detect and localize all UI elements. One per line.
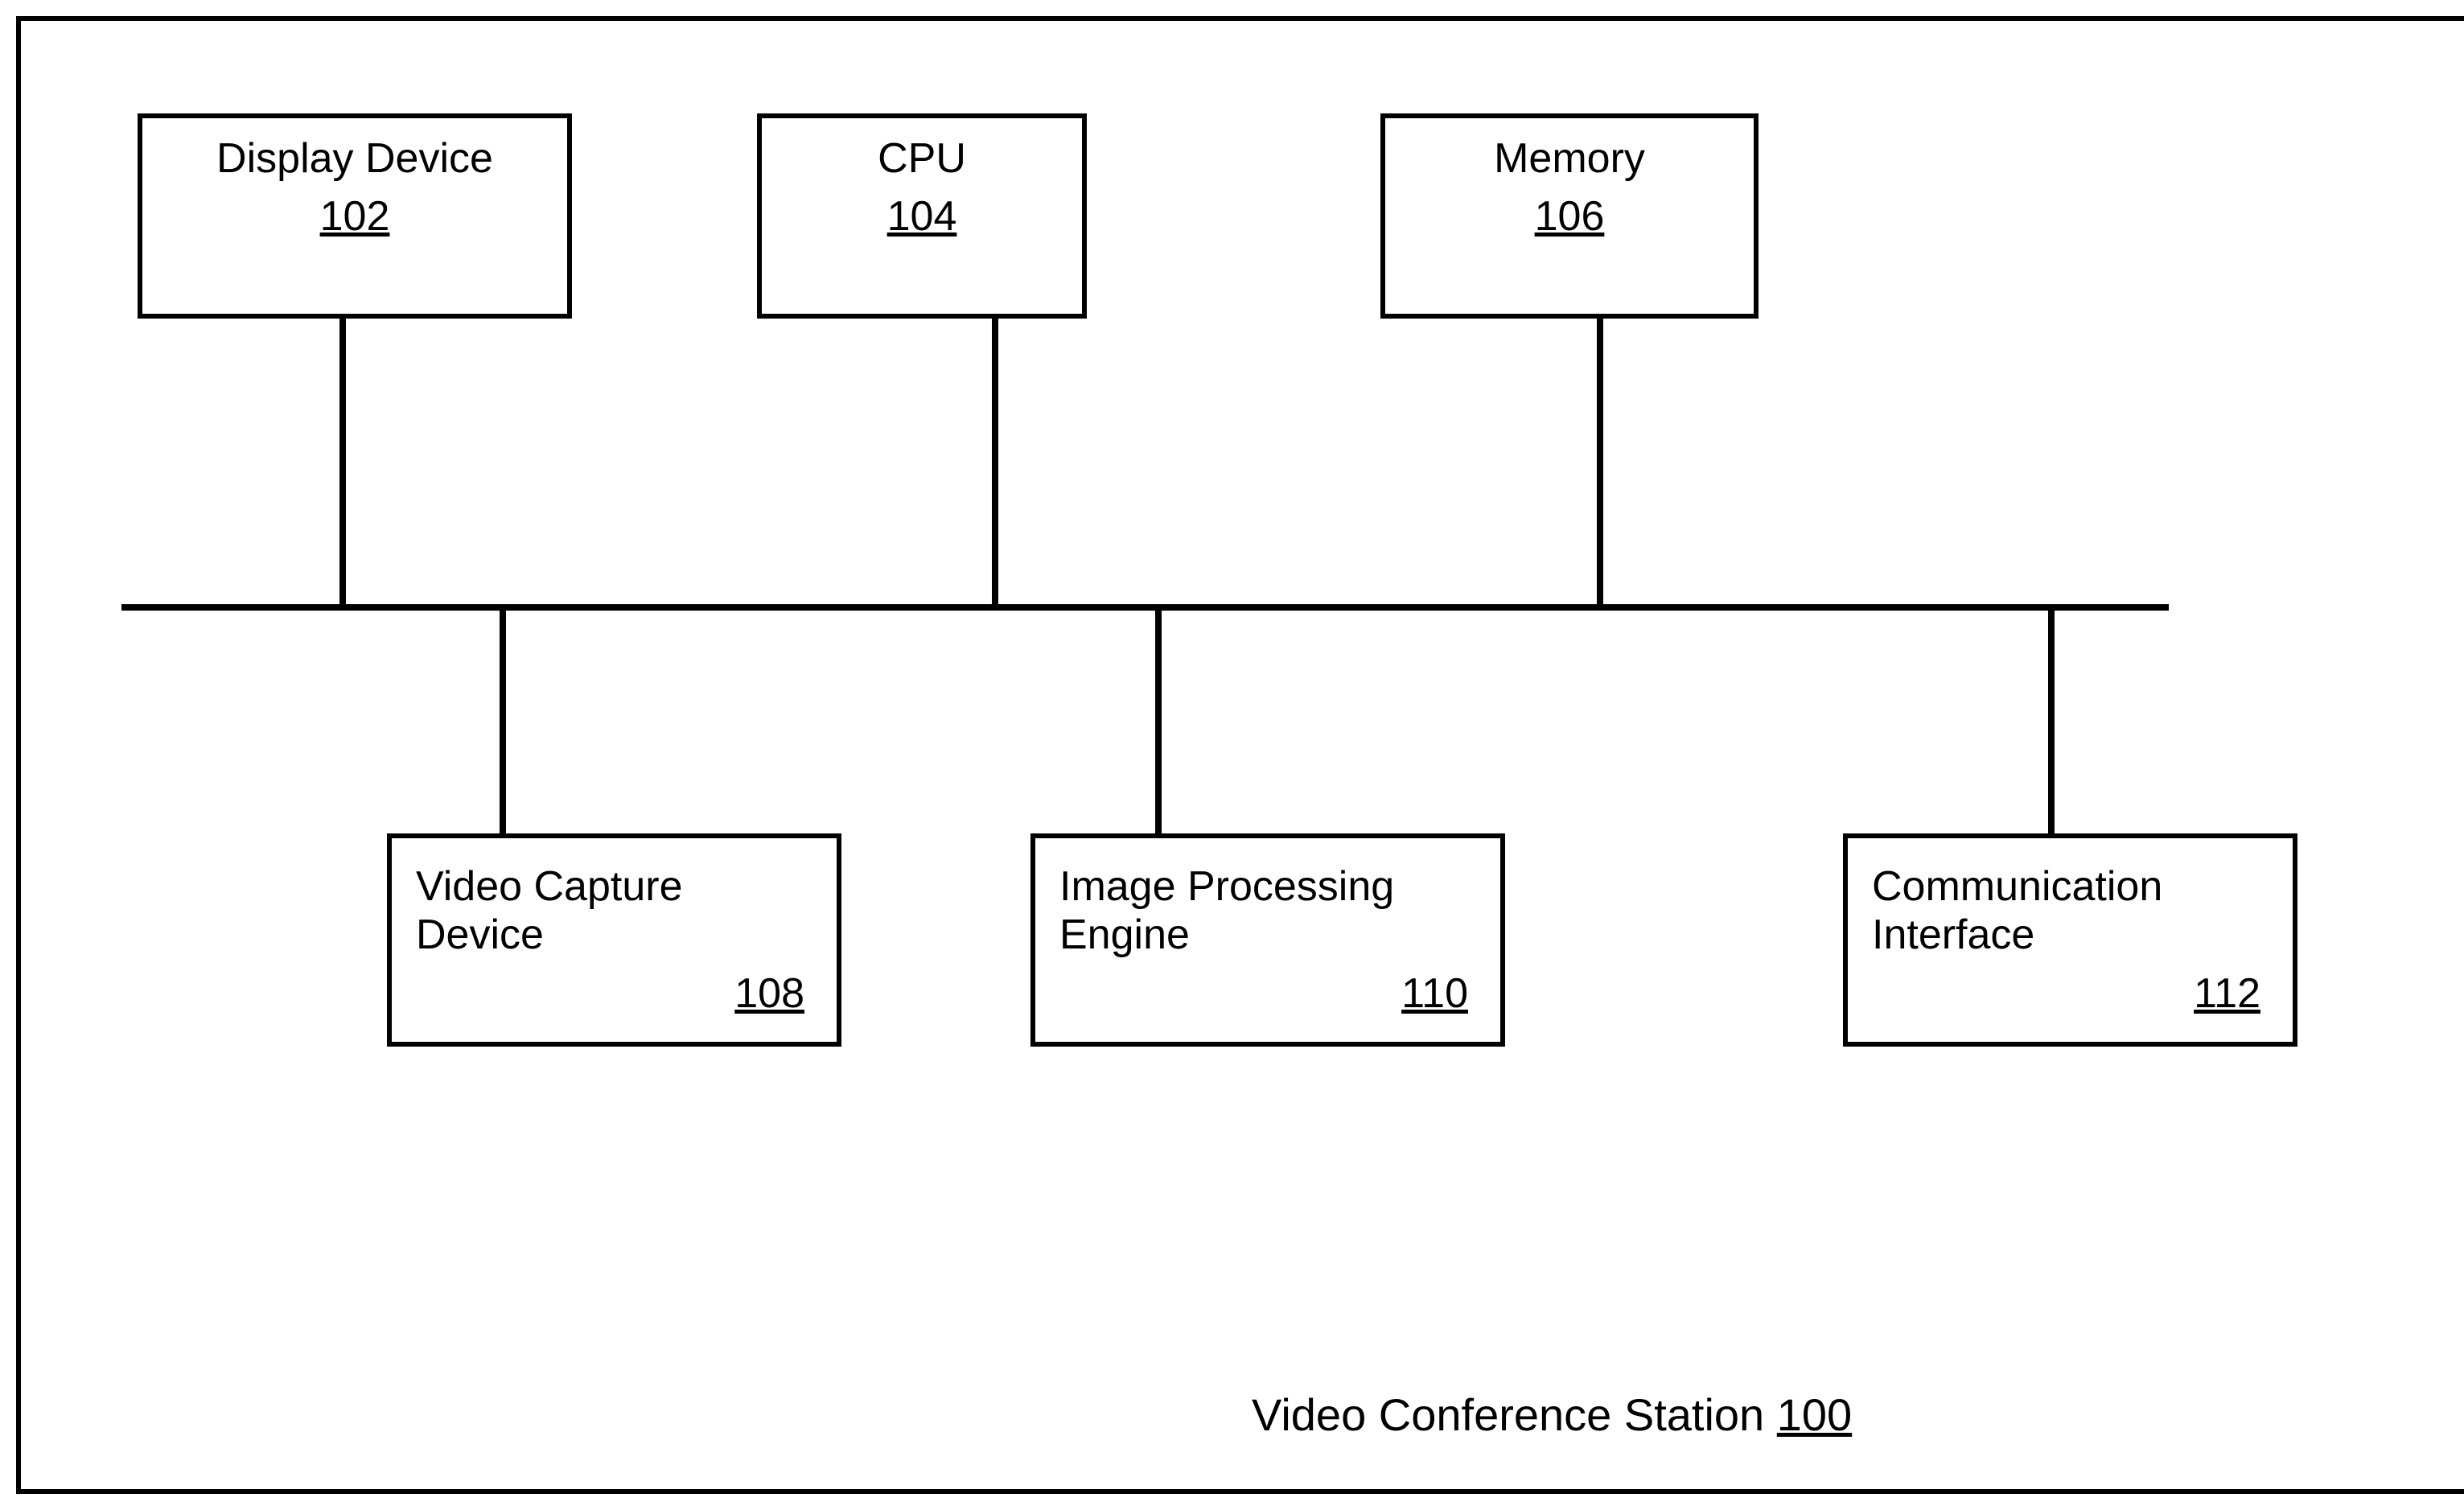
memory-label: Memory xyxy=(1401,134,1738,183)
display-device-box: Display Device 102 xyxy=(138,113,572,319)
image-processing-ref: 110 xyxy=(1401,969,1468,1018)
caption-label: Video Conference Station xyxy=(1252,1389,1764,1440)
diagram-caption: Video Conference Station 100 xyxy=(1252,1389,1852,1441)
video-capture-label: Video Capture Device xyxy=(416,862,693,959)
video-capture-box: Video Capture Device 108 xyxy=(387,833,841,1047)
memory-ref: 106 xyxy=(1535,192,1605,241)
display-device-label: Display Device xyxy=(158,134,551,183)
bus-horizontal xyxy=(121,604,2169,611)
communication-ref: 112 xyxy=(2194,969,2260,1018)
video-capture-ref: 108 xyxy=(734,969,804,1018)
communication-label: Communication Interface xyxy=(1872,862,2209,959)
image-processing-label: Image Processing Engine xyxy=(1059,862,1413,959)
connector-communication xyxy=(2048,611,2055,836)
connector-memory xyxy=(1597,319,1603,604)
connector-image-processing xyxy=(1155,611,1162,836)
cpu-label: CPU xyxy=(778,134,1066,183)
connector-cpu xyxy=(992,319,998,604)
caption-ref: 100 xyxy=(1777,1389,1852,1440)
image-processing-box: Image Processing Engine 110 xyxy=(1030,833,1505,1047)
connector-video-capture xyxy=(500,611,506,836)
memory-box: Memory 106 xyxy=(1380,113,1759,319)
cpu-ref: 104 xyxy=(887,192,957,241)
connector-display-device xyxy=(339,319,346,604)
communication-box: Communication Interface 112 xyxy=(1843,833,2297,1047)
display-device-ref: 102 xyxy=(320,192,390,241)
video-conference-station-diagram: Display Device 102 CPU 104 Memory 106 Vi… xyxy=(16,16,2464,1494)
cpu-box: CPU 104 xyxy=(757,113,1087,319)
